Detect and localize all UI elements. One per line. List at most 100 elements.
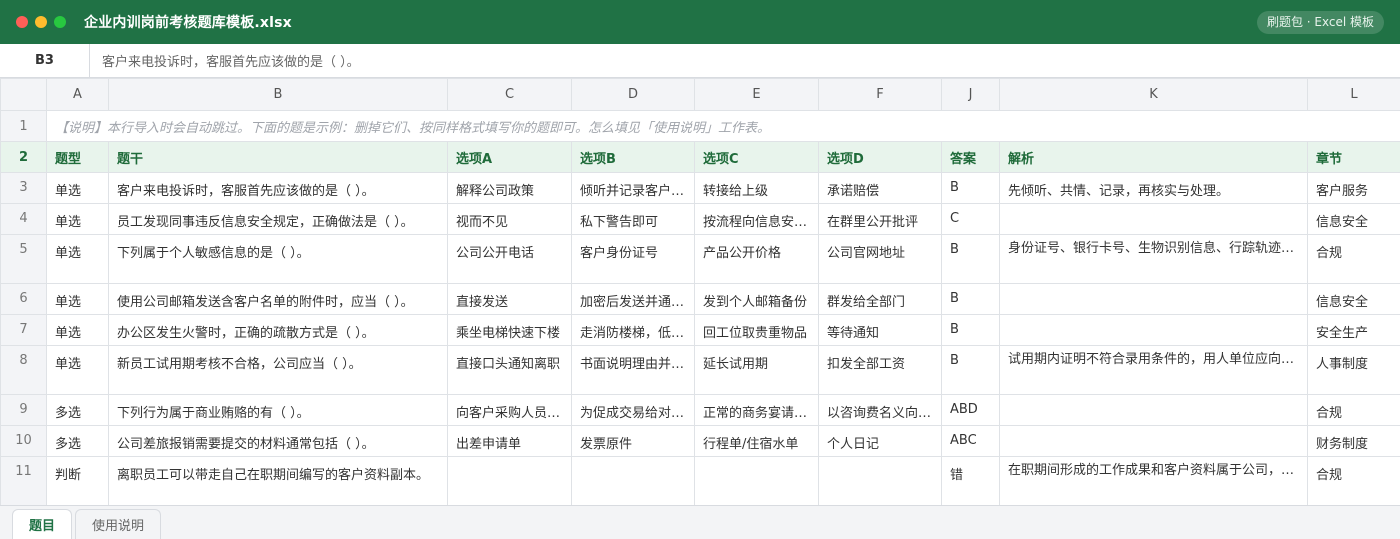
grid-cell[interactable] (999, 314, 1308, 346)
grid-cell[interactable]: C (941, 203, 1000, 235)
column-header-b[interactable]: B (108, 78, 448, 111)
grid-cell[interactable]: 转接给上级 (694, 172, 819, 204)
grid-cell[interactable] (447, 456, 572, 505)
grid-cell[interactable]: 单选 (46, 314, 109, 346)
grid-cell[interactable]: 群发给全部门 (818, 283, 942, 315)
row-number[interactable]: 7 (0, 314, 47, 346)
grid-cell[interactable]: 回工位取贵重物品 (694, 314, 819, 346)
grid-cell[interactable]: 离职员工可以带走自己在职期间编写的客户资料副本。 (108, 456, 448, 505)
grid-cell[interactable]: 承诺赔偿 (818, 172, 942, 204)
grid-cell[interactable]: 员工发现同事违反信息安全规定，正确做法是（ ）。 (108, 203, 448, 235)
header-cell[interactable]: 选项A (447, 141, 572, 173)
grid-cell[interactable]: 乘坐电梯快速下楼 (447, 314, 572, 346)
grid-cell[interactable]: 单选 (46, 345, 109, 395)
header-cell[interactable]: 章节 (1307, 141, 1400, 173)
grid-cell[interactable]: 身份证号、银行卡号、生物识别信息、行踪轨迹等属于敏感个人信息。 (999, 234, 1308, 284)
grid-cell[interactable]: 加密后发送并通过其他渠道告知密码 (571, 283, 695, 315)
header-cell[interactable]: 解析 (999, 141, 1308, 173)
grid-cell[interactable]: 视而不见 (447, 203, 572, 235)
column-header-a[interactable]: A (46, 78, 109, 111)
cell-reference-box[interactable]: B3 (0, 44, 90, 77)
grid-cell[interactable]: 客户服务 (1307, 172, 1400, 204)
grid-cell[interactable]: 单选 (46, 172, 109, 204)
minimize-window-button[interactable] (35, 16, 47, 28)
grid-cell[interactable]: 正常的商务宴请招待 (694, 394, 819, 426)
grid-cell[interactable]: 下列行为属于商业贿赂的有（ ）。 (108, 394, 448, 426)
select-all-corner[interactable] (0, 78, 47, 111)
row-number[interactable]: 6 (0, 283, 47, 315)
grid-cell[interactable]: 多选 (46, 394, 109, 426)
grid-cell[interactable]: 行程单/住宿水单 (694, 425, 819, 457)
row-number[interactable]: 5 (0, 234, 47, 284)
grid-cell[interactable]: 按流程向信息安全部门报告 (694, 203, 819, 235)
header-cell[interactable]: 选项B (571, 141, 695, 173)
grid-cell[interactable]: B (941, 314, 1000, 346)
grid-cell[interactable]: 公司差旅报销需要提交的材料通常包括（ ）。 (108, 425, 448, 457)
grid-cell[interactable]: 公司官网地址 (818, 234, 942, 284)
grid-cell[interactable]: 以咨询费名义向对方付款 (818, 394, 942, 426)
grid-cell[interactable]: 个人日记 (818, 425, 942, 457)
grid-cell[interactable]: 合规 (1307, 394, 1400, 426)
grid-cell[interactable] (818, 456, 942, 505)
grid-cell[interactable]: 单选 (46, 283, 109, 315)
sheet-tab[interactable]: 使用说明 (75, 509, 162, 539)
header-cell[interactable]: 答案 (941, 141, 1000, 173)
grid-cell[interactable]: 单选 (46, 203, 109, 235)
grid-cell[interactable]: 私下警告即可 (571, 203, 695, 235)
grid-cell[interactable]: ABC (941, 425, 1000, 457)
header-cell[interactable]: 题型 (46, 141, 109, 173)
grid-cell[interactable] (999, 283, 1308, 315)
grid-cell[interactable]: B (941, 234, 1000, 284)
grid-cell[interactable]: 下列属于个人敏感信息的是（ ）。 (108, 234, 448, 284)
row-number[interactable]: 3 (0, 172, 47, 204)
column-header-j[interactable]: J (941, 78, 1000, 111)
grid-cell[interactable] (999, 203, 1308, 235)
grid-cell[interactable]: B (941, 283, 1000, 315)
close-window-button[interactable] (16, 16, 28, 28)
grid-cell[interactable]: 先倾听、共情、记录，再核实与处理。 (999, 172, 1308, 204)
grid-cell[interactable]: 在职期间形成的工作成果和客户资料属于公司，离职时应归还并删除。 (999, 456, 1308, 505)
header-cell[interactable]: 选项D (818, 141, 942, 173)
header-cell[interactable]: 题干 (108, 141, 448, 173)
grid-cell[interactable]: 走消防楼梯，低姿捂鼻撤离 (571, 314, 695, 346)
row-number[interactable]: 2 (0, 141, 47, 173)
grid-cell[interactable]: ABD (941, 394, 1000, 426)
column-header-c[interactable]: C (447, 78, 572, 111)
grid-cell[interactable]: B (941, 345, 1000, 395)
header-cell[interactable]: 选项C (694, 141, 819, 173)
grid-cell[interactable]: 书面说明理由并依法解除 (571, 345, 695, 395)
row-number[interactable]: 8 (0, 345, 47, 395)
formula-content[interactable]: 客户来电投诉时，客服首先应该做的是（ ）。 (90, 44, 360, 77)
grid-cell[interactable]: 新员工试用期考核不合格，公司应当（ ）。 (108, 345, 448, 395)
note-cell[interactable]: 【说明】本行导入时会自动跳过。下面的题是示例：删掉它们、按同样格式填写你的题即可… (46, 110, 1400, 142)
grid-cell[interactable]: 发票原件 (571, 425, 695, 457)
grid-cell[interactable]: 产品公开价格 (694, 234, 819, 284)
grid-cell[interactable]: 信息安全 (1307, 283, 1400, 315)
column-header-d[interactable]: D (571, 78, 695, 111)
grid-cell[interactable]: 扣发全部工资 (818, 345, 942, 395)
grid-cell[interactable] (999, 394, 1308, 426)
grid-cell[interactable]: 多选 (46, 425, 109, 457)
grid-cell[interactable]: 人事制度 (1307, 345, 1400, 395)
grid-cell[interactable]: 客户来电投诉时，客服首先应该做的是（ ）。 (108, 172, 448, 204)
column-header-l[interactable]: L (1307, 78, 1400, 111)
grid-cell[interactable]: B (941, 172, 1000, 204)
grid-cell[interactable]: 试用期内证明不符合录用条件的，用人单位应向劳动者说明理由。 (999, 345, 1308, 395)
grid-cell[interactable]: 解释公司政策 (447, 172, 572, 204)
grid-cell[interactable]: 直接发送 (447, 283, 572, 315)
grid-cell[interactable]: 在群里公开批评 (818, 203, 942, 235)
grid-cell[interactable]: 错 (941, 456, 1000, 505)
grid-cell[interactable]: 使用公司邮箱发送含客户名单的附件时，应当（ ）。 (108, 283, 448, 315)
grid-cell[interactable]: 出差申请单 (447, 425, 572, 457)
column-header-e[interactable]: E (694, 78, 819, 111)
grid-cell[interactable]: 客户身份证号 (571, 234, 695, 284)
grid-cell[interactable]: 财务制度 (1307, 425, 1400, 457)
grid-cell[interactable]: 发到个人邮箱备份 (694, 283, 819, 315)
grid-cell[interactable] (694, 456, 819, 505)
grid-cell[interactable]: 向客户采购人员送购物卡 (447, 394, 572, 426)
grid-cell[interactable]: 安全生产 (1307, 314, 1400, 346)
sheet-tab[interactable]: 题目 (12, 509, 73, 539)
grid-cell[interactable]: 办公区发生火警时，正确的疏散方式是（ ）。 (108, 314, 448, 346)
grid-cell[interactable]: 延长试用期 (694, 345, 819, 395)
grid-cell[interactable] (999, 425, 1308, 457)
